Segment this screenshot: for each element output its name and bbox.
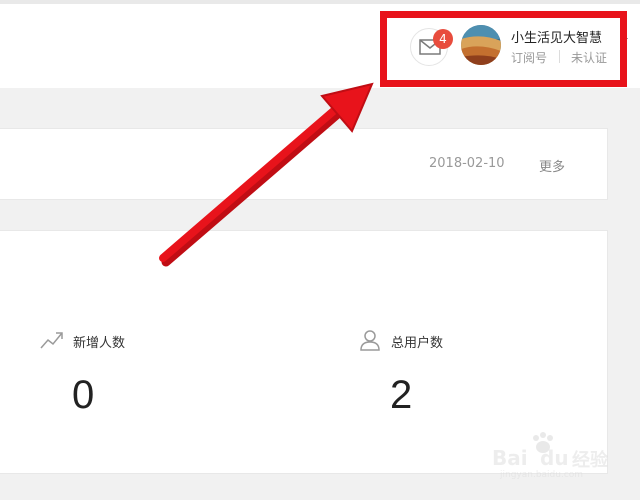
watermark-brand-suffix: du — [540, 446, 569, 470]
annotation-arrow — [159, 82, 374, 267]
watermark-product: 经验 — [572, 450, 608, 471]
baidu-watermark: Bai du 经验 jingyan.baidu.com — [480, 432, 620, 480]
watermark-brand: Bai — [492, 446, 528, 470]
watermark-url: jingyan.baidu.com — [500, 470, 584, 480]
